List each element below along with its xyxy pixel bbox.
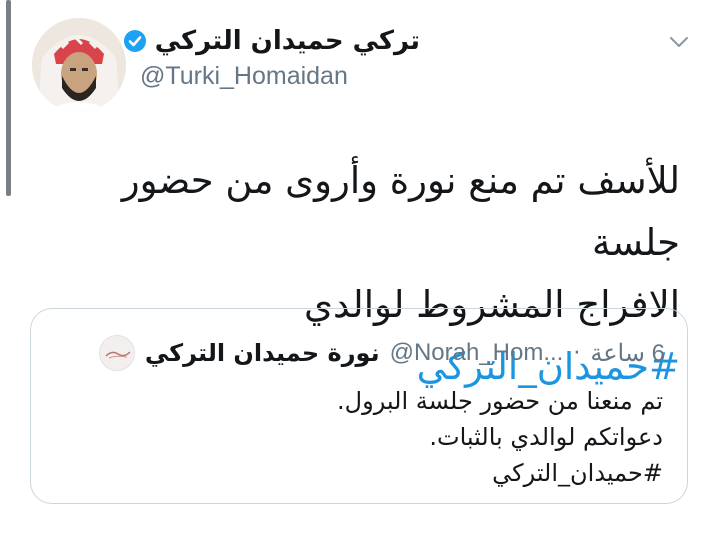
author-name[interactable]: تركي حميدان التركي xyxy=(155,26,420,56)
quoted-tweet-line: تم منعنا من حضور جلسة البرول. xyxy=(337,387,663,415)
verified-badge-icon xyxy=(123,30,146,52)
quoted-tweet-card[interactable]: 6 ساعة · @Norah_Hom... نورة حميدان الترك… xyxy=(30,308,688,504)
author-handle[interactable]: @Turki_Homaidan xyxy=(140,62,440,91)
separator-dot: · xyxy=(573,340,581,366)
author-name-row[interactable]: تركي حميدان التركي xyxy=(123,26,420,56)
quoted-author-handle[interactable]: @Norah_Hom... xyxy=(390,339,564,367)
quoted-tweet-hashtag[interactable]: #حميدان_التركي xyxy=(63,455,663,491)
tweet-text-line: للأسف تم منع نورة وأروى من حضور جلسة xyxy=(121,159,680,264)
quoted-tweet-line: دعواتكم لوالدي بالثبات. xyxy=(429,423,663,451)
quoted-author-name[interactable]: نورة حميدان التركي xyxy=(145,339,380,367)
chevron-down-icon[interactable] xyxy=(668,34,690,50)
scroll-indicator xyxy=(6,0,11,196)
author-info: تركي حميدان التركي @Turki_Homaidan xyxy=(123,26,440,91)
quoted-author-avatar[interactable] xyxy=(98,335,135,371)
quoted-tweet-header: 6 ساعة · @Norah_Hom... نورة حميدان الترك… xyxy=(53,333,665,373)
quoted-tweet-time[interactable]: 6 ساعة xyxy=(590,339,665,368)
quoted-tweet-text: تم منعنا من حضور جلسة البرول. دعواتكم لو… xyxy=(63,383,663,491)
author-avatar[interactable] xyxy=(32,18,126,112)
